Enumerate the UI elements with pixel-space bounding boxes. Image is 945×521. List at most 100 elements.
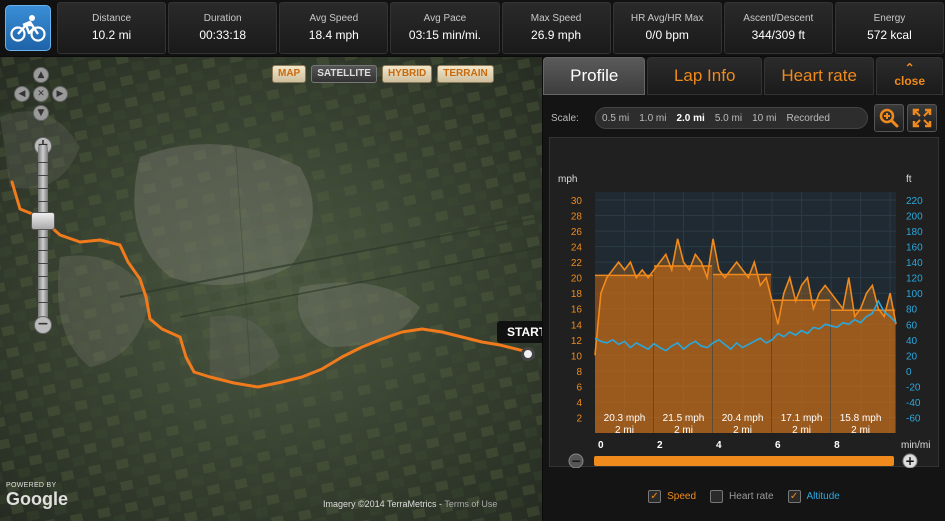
start-marker-label: START <box>497 321 542 343</box>
panel-tabs: Profile Lap Info Heart rate ⌃ close <box>543 57 945 97</box>
scale-option[interactable]: 10 mi <box>752 113 776 124</box>
tab-lap-info[interactable]: Lap Info <box>647 57 762 95</box>
heart-rate-checkbox[interactable] <box>710 489 724 503</box>
y-left-tick-label: 24 <box>571 243 583 254</box>
y-left-tick-label: 18 <box>571 289 583 300</box>
pan-up-icon[interactable]: ▲ <box>33 67 49 83</box>
y-right-tick-label: 200 <box>906 212 923 223</box>
legend-altitude[interactable]: ✓ Altitude <box>787 487 840 505</box>
x-unit-label: min/mi <box>901 440 930 451</box>
route-map[interactable]: MAP SATELLITE HYBRID TERRAIN ▲ ◀ ✕ ▶ ▼ +… <box>0 57 542 521</box>
map-type-hybrid[interactable]: HYBRID <box>381 65 433 83</box>
scale-option[interactable]: Recorded <box>787 113 830 124</box>
y-left-unit: mph <box>558 174 577 185</box>
speed-checkbox[interactable]: ✓ <box>648 489 662 503</box>
stat-label: Duration <box>203 13 242 24</box>
lap-distance-label: 2 mi <box>674 425 693 436</box>
pan-left-icon[interactable]: ◀ <box>14 86 30 102</box>
y-right-tick-label: 80 <box>906 305 918 316</box>
y-left-tick-label: 8 <box>576 367 582 378</box>
y-right-tick-label: 220 <box>906 196 923 207</box>
lap-speed-label: 20.4 mph <box>722 413 764 424</box>
app-window: Distance 10.2 mi Duration 00:33:18 Avg S… <box>0 0 945 521</box>
google-wordmark: Google <box>6 489 68 509</box>
y-right-tick-label: 120 <box>906 274 923 285</box>
tab-heart-rate[interactable]: Heart rate <box>763 57 875 95</box>
range-slider-track <box>594 456 894 466</box>
y-left-tick-label: 6 <box>576 382 582 393</box>
y-left-tick-label: 26 <box>571 227 583 238</box>
y-right-tick-label: 20 <box>906 351 918 362</box>
scale-selector: Scale: 0.5 mi 1.0 mi 2.0 mi 5.0 mi 10 mi… <box>543 103 945 133</box>
stat-label: Energy <box>873 13 906 24</box>
stat-value: 18.4 mph <box>308 28 359 42</box>
lap-distance-label: 2 mi <box>851 425 870 436</box>
legend-speed-label: Speed <box>667 490 697 502</box>
y-left-tick-label: 14 <box>571 320 583 331</box>
stat-label: Ascent/Descent <box>743 13 814 24</box>
legend-altitude-label: Altitude <box>806 490 840 502</box>
imagery-attribution: Imagery ©2014 TerraMetrics - Terms of Us… <box>323 499 498 509</box>
scale-options: 0.5 mi 1.0 mi 2.0 mi 5.0 mi 10 mi Record… <box>595 107 868 129</box>
satellite-imagery <box>0 57 542 521</box>
terms-link[interactable]: Terms of Use <box>444 499 497 509</box>
lap-speed-label: 20.3 mph <box>604 413 646 424</box>
stat-max-speed: Max Speed 26.9 mph <box>501 2 611 54</box>
legend-heart-rate[interactable]: Heart rate <box>710 487 774 505</box>
stat-distance: Distance 10.2 mi <box>57 2 167 54</box>
chart-zoom-out-glyph: − <box>571 454 581 468</box>
tab-profile[interactable]: Profile <box>543 57 646 95</box>
lap-speed-label: 15.8 mph <box>840 413 882 424</box>
zoom-chart-icon[interactable] <box>874 104 904 132</box>
profile-chart[interactable]: mph ft24681012141618202224262830-60-40-20… <box>550 138 940 468</box>
pan-down-icon[interactable]: ▼ <box>33 105 49 121</box>
map-type-map[interactable]: MAP <box>272 65 307 83</box>
x-tick-label: 2 <box>657 440 663 451</box>
pan-right-icon[interactable]: ▶ <box>52 86 68 102</box>
y-right-tick-label: -60 <box>906 413 921 424</box>
lap-distance-label: 2 mi <box>733 425 752 436</box>
scale-option[interactable]: 5.0 mi <box>715 113 742 124</box>
y-left-tick-label: 4 <box>576 398 582 409</box>
y-right-tick-label: 60 <box>906 320 918 331</box>
y-right-tick-label: 160 <box>906 243 923 254</box>
y-right-tick-label: 140 <box>906 258 923 269</box>
lap-distance-label: 2 mi <box>615 425 634 436</box>
map-type-satellite[interactable]: SATELLITE <box>311 65 377 83</box>
y-left-tick-label: 28 <box>571 212 583 223</box>
scale-option-selected[interactable]: 2.0 mi <box>676 113 704 124</box>
chart-zoom-in-glyph: + <box>905 454 915 468</box>
legend-speed[interactable]: ✓ Speed <box>648 487 696 505</box>
scale-option[interactable]: 0.5 mi <box>602 113 629 124</box>
stat-value: 00:33:18 <box>199 28 247 42</box>
y-left-tick-label: 12 <box>571 336 583 347</box>
stat-value: 0/0 bpm <box>645 28 689 42</box>
zoom-slider-track[interactable] <box>38 145 48 321</box>
altitude-checkbox[interactable]: ✓ <box>787 489 801 503</box>
y-right-tick-label: -40 <box>906 398 921 409</box>
profile-panel: Profile Lap Info Heart rate ⌃ close Scal… <box>543 57 945 521</box>
stat-label: Max Speed <box>530 13 582 24</box>
stat-duration: Duration 00:33:18 <box>168 2 278 54</box>
stats-bar: Distance 10.2 mi Duration 00:33:18 Avg S… <box>0 0 945 56</box>
zoom-slider-handle[interactable] <box>31 212 55 230</box>
y-right-tick-label: 40 <box>906 336 918 347</box>
start-marker-icon[interactable] <box>521 347 535 361</box>
zoom-out-icon[interactable]: − <box>34 316 52 334</box>
y-left-tick-label: 2 <box>576 413 582 424</box>
cyclist-icon[interactable] <box>5 5 51 51</box>
map-type-terrain[interactable]: TERRAIN <box>437 65 494 83</box>
legend-heart-rate-label: Heart rate <box>729 490 774 502</box>
scale-option[interactable]: 1.0 mi <box>639 113 666 124</box>
close-button[interactable]: ⌃ close <box>876 57 944 95</box>
app-icon-container <box>0 0 56 56</box>
pan-reset-icon[interactable]: ✕ <box>33 86 49 102</box>
stat-value: 572 kcal <box>867 28 912 42</box>
y-right-tick-label: 180 <box>906 227 923 238</box>
lap-distance-label: 2 mi <box>792 425 811 436</box>
y-left-tick-label: 16 <box>571 305 583 316</box>
x-tick-label: 0 <box>598 440 604 451</box>
fullscreen-icon[interactable] <box>907 104 937 132</box>
y-right-tick-label: 100 <box>906 289 923 300</box>
stat-avg-pace: Avg Pace 03:15 min/mi. <box>390 2 500 54</box>
